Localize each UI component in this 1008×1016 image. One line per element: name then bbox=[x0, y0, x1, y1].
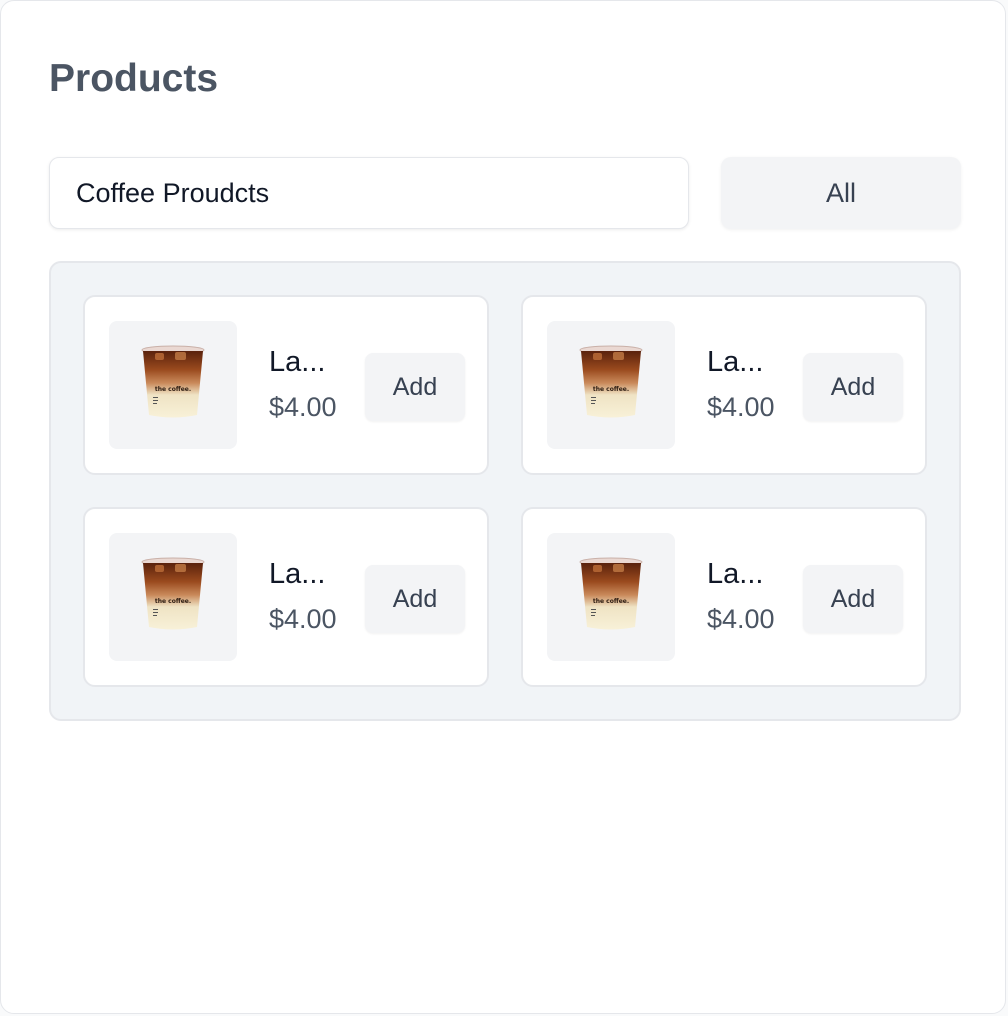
svg-text:the coffee.: the coffee. bbox=[155, 598, 191, 605]
product-card: the coffee. La... $4.00 Add bbox=[521, 507, 927, 687]
product-image: the coffee. bbox=[547, 533, 675, 661]
svg-text:the coffee.: the coffee. bbox=[593, 598, 629, 605]
product-name: La... bbox=[269, 558, 326, 590]
iced-latte-cup-icon: the coffee. bbox=[141, 345, 205, 418]
products-panel: Products All bbox=[0, 0, 1006, 1014]
add-to-cart-button[interactable]: Add bbox=[365, 353, 465, 421]
product-price: $4.00 bbox=[707, 604, 775, 634]
product-image: the coffee. bbox=[547, 321, 675, 449]
add-to-cart-button[interactable]: Add bbox=[803, 565, 903, 633]
page-title: Products bbox=[49, 57, 219, 100]
product-price: $4.00 bbox=[269, 604, 337, 634]
svg-text:the coffee.: the coffee. bbox=[155, 386, 191, 393]
category-filter-button[interactable]: All bbox=[721, 157, 961, 229]
iced-latte-cup-icon: the coffee. bbox=[579, 557, 643, 630]
product-card: the coffee. La... $4.00 Add bbox=[521, 295, 927, 475]
product-grid: the coffee. La... $4.00 Add the coffee. … bbox=[49, 261, 961, 721]
iced-latte-cup-icon: the coffee. bbox=[141, 557, 205, 630]
product-price: $4.00 bbox=[269, 392, 337, 422]
iced-latte-cup-icon: the coffee. bbox=[579, 345, 643, 418]
product-name: La... bbox=[269, 346, 326, 378]
product-image: the coffee. bbox=[109, 321, 237, 449]
add-to-cart-button[interactable]: Add bbox=[803, 353, 903, 421]
product-price: $4.00 bbox=[707, 392, 775, 422]
product-card: the coffee. La... $4.00 Add bbox=[83, 507, 489, 687]
add-to-cart-button[interactable]: Add bbox=[365, 565, 465, 633]
product-name: La... bbox=[707, 346, 764, 378]
search-input[interactable] bbox=[49, 157, 689, 229]
product-image: the coffee. bbox=[109, 533, 237, 661]
product-name: La... bbox=[707, 558, 764, 590]
svg-text:the coffee.: the coffee. bbox=[593, 386, 629, 393]
product-card: the coffee. La... $4.00 Add bbox=[83, 295, 489, 475]
